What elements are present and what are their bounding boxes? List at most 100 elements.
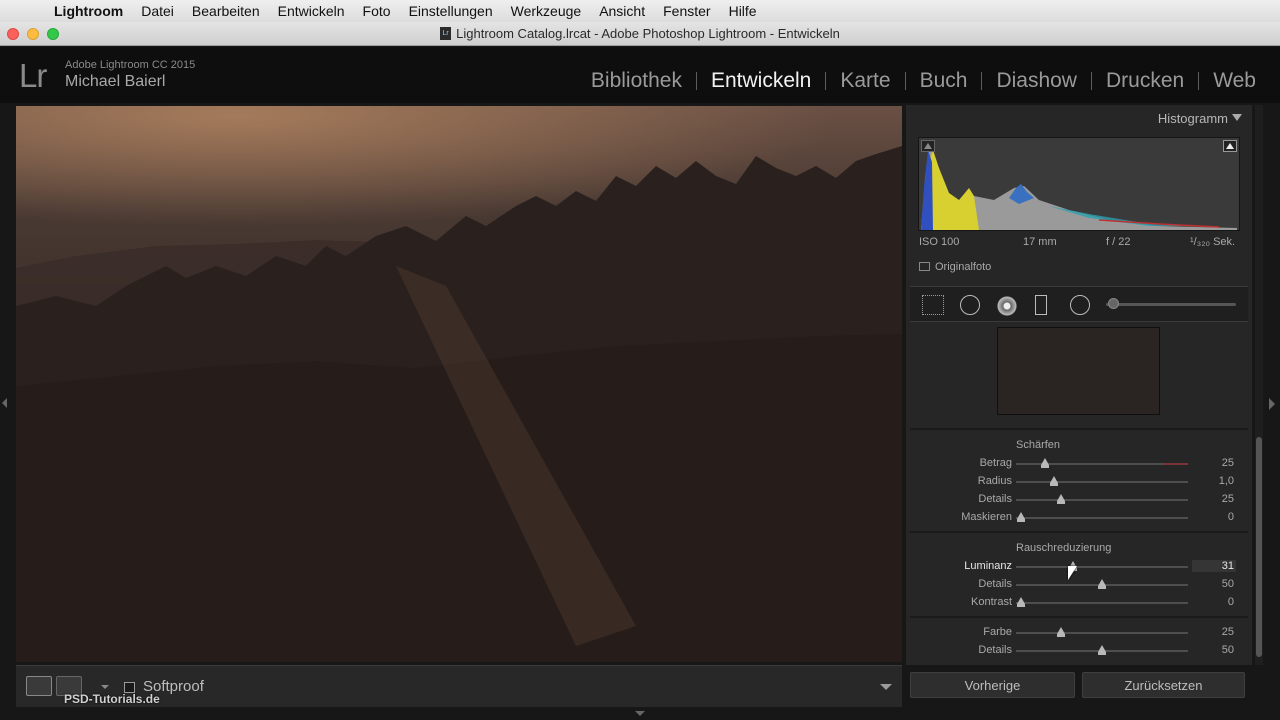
menu-app-lightroom[interactable]: Lightroom: [54, 3, 132, 19]
mouse-cursor: [1068, 566, 1077, 580]
menu-werkzeuge[interactable]: Werkzeuge: [502, 3, 591, 19]
scrollbar-thumb[interactable]: [1256, 437, 1262, 657]
slider-value-farbe[interactable]: 25: [1192, 626, 1236, 638]
detail-preview-thumbnail[interactable]: [997, 327, 1160, 415]
histogram-graph: [921, 146, 1237, 230]
menu-foto[interactable]: Foto: [354, 3, 400, 19]
histogram[interactable]: [918, 137, 1240, 231]
slider-knob-radius[interactable]: [1049, 476, 1058, 486]
user-name: Michael Baierl: [65, 73, 166, 90]
tool-strip: [910, 286, 1248, 322]
reset-button[interactable]: Zurücksetzen: [1082, 672, 1245, 698]
view-options-dropdown-icon[interactable]: [101, 685, 109, 689]
slider-knob-farbe[interactable]: [1056, 627, 1065, 637]
lightroom-logo: Lr: [19, 57, 47, 94]
zoom-window-icon[interactable]: [47, 28, 59, 40]
slider-label-kontrast: Kontrast: [971, 596, 1012, 608]
exif-shutter-speed: ¹/₃₂₀ Sek.: [1190, 236, 1236, 248]
photo-preview[interactable]: [16, 106, 902, 662]
original-photo-label: Originalfoto: [935, 261, 992, 273]
slider-track-maskieren[interactable]: [1016, 517, 1188, 519]
menu-fenster[interactable]: Fenster: [654, 3, 719, 19]
menu-datei[interactable]: Datei: [132, 3, 183, 19]
slider-label-farbe: Farbe: [983, 626, 1012, 638]
menu-hilfe[interactable]: Hilfe: [720, 3, 766, 19]
module-drucken[interactable]: Drucken: [1092, 69, 1198, 93]
spot-removal-icon[interactable]: [960, 295, 980, 315]
slider-knob-details[interactable]: [1056, 494, 1065, 504]
graduated-filter-icon[interactable]: [1035, 295, 1047, 315]
slider-value-kontrast[interactable]: 0: [1192, 596, 1236, 608]
module-entwickeln[interactable]: Entwickeln: [697, 69, 825, 93]
slider-track-radius[interactable]: [1016, 481, 1188, 483]
red-eye-icon[interactable]: [996, 295, 1018, 317]
original-photo-checkbox[interactable]: [919, 262, 930, 271]
forest-silhouette: [16, 146, 902, 662]
section-divider: [910, 616, 1248, 618]
module-bibliothek[interactable]: Bibliothek: [577, 69, 696, 93]
slider-value-details[interactable]: 50: [1192, 578, 1236, 590]
slider-label-details: Details: [978, 644, 1012, 656]
slider-track-highlight: [1163, 463, 1188, 465]
exif-focal-length: 17 mm: [1023, 236, 1057, 248]
close-window-icon[interactable]: [7, 28, 19, 40]
slider-track-luminanz[interactable]: [1016, 566, 1188, 568]
exif-iso: ISO 100: [919, 236, 960, 248]
identity-plate: Lr Adobe Lightroom CC 2015 Michael Baier…: [0, 47, 1280, 103]
slider-label-details: Details: [978, 578, 1012, 590]
collapse-right-panel-icon[interactable]: [1269, 398, 1275, 410]
toolbar: Softproof PSD-Tutorials.de: [16, 665, 902, 707]
menu-einstellungen[interactable]: Einstellungen: [400, 3, 502, 19]
menu-bearbeiten[interactable]: Bearbeiten: [183, 3, 269, 19]
document-icon: Lr: [440, 27, 452, 40]
slider-value-details[interactable]: 50: [1192, 644, 1236, 656]
previous-settings-button[interactable]: Vorherige: [910, 672, 1075, 698]
minimize-window-icon[interactable]: [27, 28, 39, 40]
toolbar-content-dropdown-icon[interactable]: [880, 684, 892, 690]
window-controls: [7, 28, 59, 40]
module-karte[interactable]: Karte: [826, 69, 904, 93]
radial-filter-icon[interactable]: [1070, 295, 1090, 315]
module-buch[interactable]: Buch: [906, 69, 982, 93]
slider-label-betrag: Betrag: [979, 457, 1012, 469]
slider-knob-betrag[interactable]: [1040, 458, 1049, 468]
loupe-view-button[interactable]: [26, 676, 52, 696]
slider-track-farbe[interactable]: [1016, 632, 1188, 634]
exif-aperture: f / 22: [1106, 236, 1131, 248]
module-diashow[interactable]: Diashow: [982, 69, 1091, 93]
section-divider: [910, 428, 1248, 430]
slider-value-maskieren[interactable]: 0: [1192, 511, 1236, 523]
slider-value-details[interactable]: 25: [1192, 493, 1236, 505]
slider-knob-details[interactable]: [1098, 579, 1106, 589]
noise-reduction-section-title: Rauschreduzierung: [1016, 542, 1112, 554]
lightroom-window: Lightroom Datei Bearbeiten Entwickeln Fo…: [0, 0, 1280, 720]
slider-label-maskieren: Maskieren: [961, 511, 1012, 523]
panel-collapse-triangle-icon[interactable]: [1232, 114, 1242, 121]
histogram-header[interactable]: Histogramm: [906, 105, 1252, 131]
slider-knob-details[interactable]: [1098, 645, 1106, 655]
section-divider: [910, 531, 1248, 533]
slider-knob-maskieren[interactable]: [1017, 512, 1026, 522]
adjustment-brush-slider-knob[interactable]: [1108, 298, 1119, 309]
window-title: Lightroom Catalog.lrcat - Adobe Photosho…: [456, 26, 840, 41]
slider-value-betrag[interactable]: 25: [1192, 457, 1236, 469]
crop-tool-icon[interactable]: [922, 295, 944, 315]
adjustment-brush-slider[interactable]: [1106, 303, 1236, 306]
slider-track-kontrast[interactable]: [1016, 602, 1188, 604]
module-web[interactable]: Web: [1199, 69, 1270, 93]
slider-value-luminanz[interactable]: 31: [1192, 560, 1236, 572]
expand-filmstrip-icon[interactable]: [635, 711, 645, 716]
slider-label-details: Details: [978, 493, 1012, 505]
highlight-clipping-indicator[interactable]: [1223, 140, 1237, 152]
slider-knob-kontrast[interactable]: [1017, 597, 1026, 607]
shadow-clipping-indicator[interactable]: [921, 140, 935, 152]
expand-left-panel-icon[interactable]: [2, 398, 7, 408]
slider-label-luminanz: Luminanz: [964, 560, 1012, 572]
slider-value-radius[interactable]: 1,0: [1192, 475, 1236, 487]
slider-label-radius: Radius: [977, 475, 1012, 487]
slider-track-details[interactable]: [1016, 499, 1188, 501]
menu-ansicht[interactable]: Ansicht: [590, 3, 654, 19]
watermark-logo: PSD-Tutorials.de: [64, 692, 160, 706]
menu-entwickeln[interactable]: Entwickeln: [269, 3, 354, 19]
module-picker: Bibliothek Entwickeln Karte Buch Diashow…: [577, 69, 1270, 93]
